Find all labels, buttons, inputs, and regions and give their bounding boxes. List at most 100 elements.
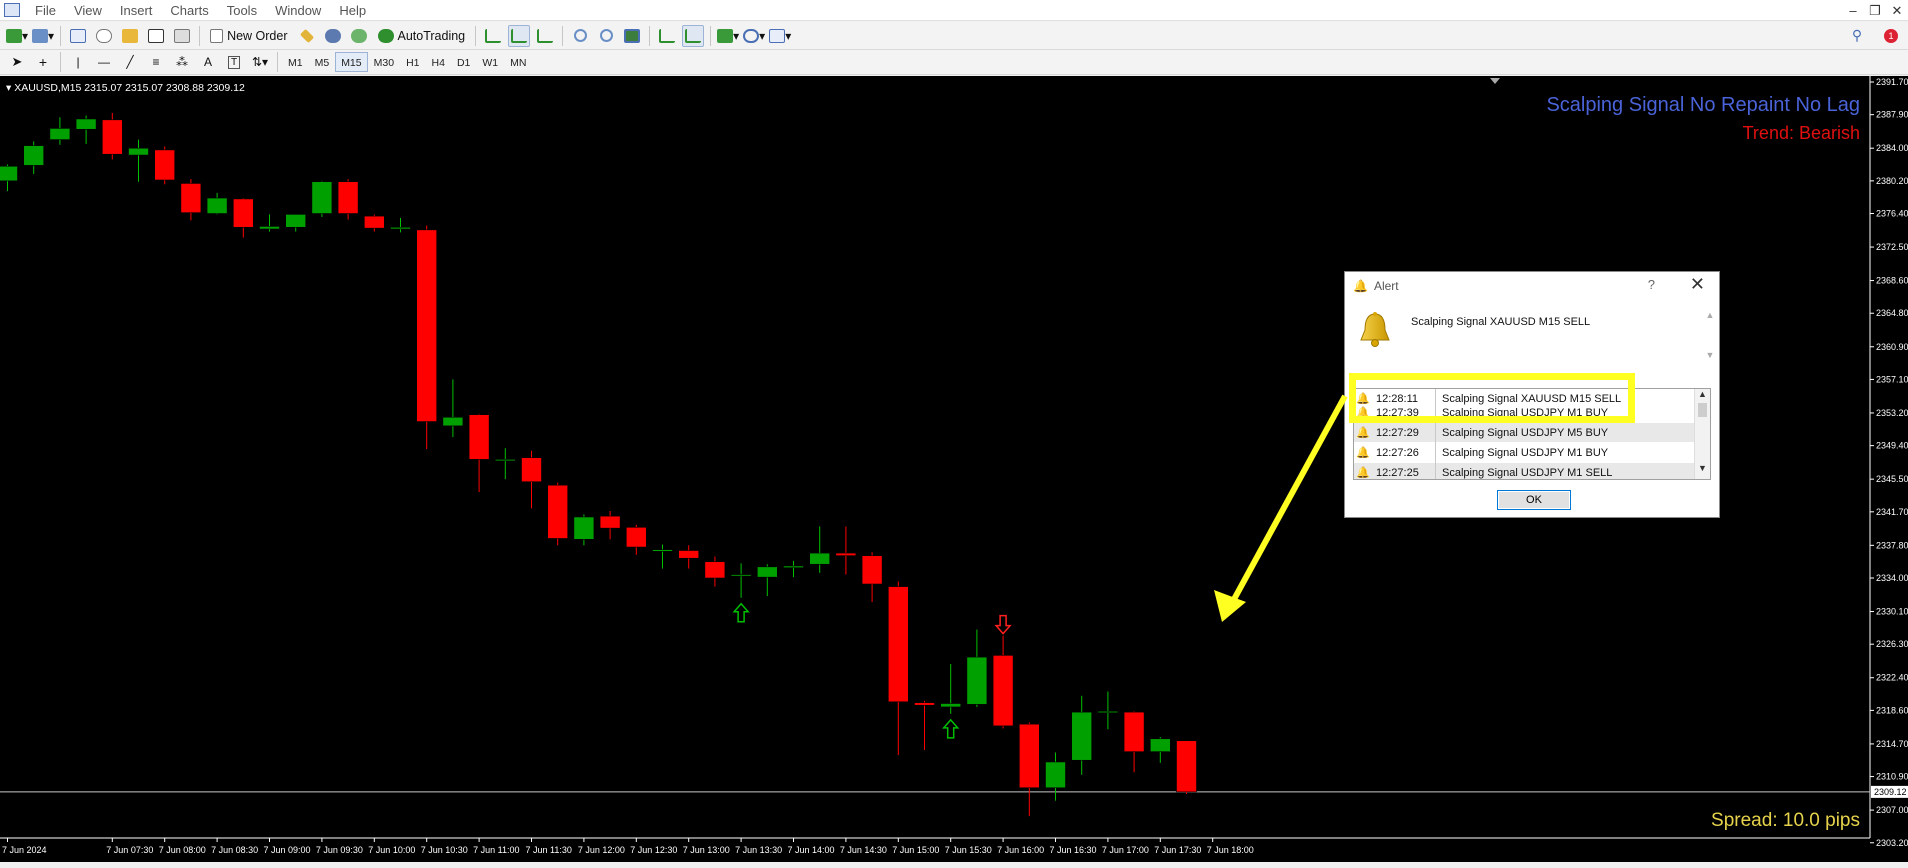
crosshair-icon: + xyxy=(38,54,48,70)
cursor-icon: ➤ xyxy=(11,54,23,69)
candle-body xyxy=(259,226,280,230)
zoom-out-button[interactable] xyxy=(595,25,617,47)
price-tick-label: 2353.20 xyxy=(1876,408,1908,418)
time-tick-label: 7 Jun 17:30 xyxy=(1154,845,1201,855)
list-scrollbar[interactable]: ▲ ▼ xyxy=(1694,389,1710,479)
arrows-tool[interactable]: ⇅▾ xyxy=(249,51,271,73)
timeframe-m5[interactable]: M5 xyxy=(309,52,336,72)
time-tick-label: 7 Jun 10:00 xyxy=(368,845,415,855)
menu-tools[interactable]: Tools xyxy=(218,0,266,21)
navigator-button[interactable] xyxy=(119,25,141,47)
highlight-box xyxy=(1349,373,1635,423)
candle-body xyxy=(652,549,673,552)
close-button[interactable]: ✕ xyxy=(1690,274,1705,295)
time-tick-label: 7 Jun 15:30 xyxy=(945,845,992,855)
timeframe-m30[interactable]: M30 xyxy=(368,52,400,72)
label-icon: T xyxy=(227,55,241,69)
new-chart-button[interactable]: ▾ xyxy=(6,25,28,47)
bar-chart-button[interactable] xyxy=(482,25,504,47)
list-item[interactable]: 🔔 12:27:29 Scalping Signal USDJPY M5 BUY xyxy=(1354,422,1710,443)
chart-menu-icon[interactable]: ▾ xyxy=(6,82,14,94)
timeframe-d1[interactable]: D1 xyxy=(451,52,476,72)
candle-body xyxy=(363,215,385,229)
list-item[interactable]: 🔔 12:27:26 Scalping Signal USDJPY M1 BUY xyxy=(1354,442,1710,463)
autotrading-label: AutoTrading xyxy=(397,28,466,43)
price-tick-label: 2364.80 xyxy=(1876,308,1908,318)
zoom-in-button[interactable] xyxy=(569,25,591,47)
strategy-tester-button[interactable] xyxy=(171,25,193,47)
indicators-button[interactable]: ▾ xyxy=(717,25,739,47)
candle-body xyxy=(1018,723,1040,789)
autoscroll-button[interactable] xyxy=(656,25,678,47)
signals-button[interactable] xyxy=(322,25,344,47)
text-tool[interactable]: A xyxy=(197,51,219,73)
notifications-button[interactable]: 1 xyxy=(1880,25,1902,47)
timeframe-m15[interactable]: M15 xyxy=(335,52,368,72)
clock-icon xyxy=(743,28,760,43)
tile-windows-button[interactable] xyxy=(621,25,643,47)
menu-view[interactable]: View xyxy=(65,0,111,21)
market-watch-icon xyxy=(70,28,87,43)
horizontal-line-tool[interactable]: — xyxy=(93,51,115,73)
periods-button[interactable]: ▾ xyxy=(743,25,765,47)
scroll-down-icon[interactable]: ▼ xyxy=(1695,463,1710,477)
menu-charts[interactable]: Charts xyxy=(161,0,217,21)
label-tool[interactable]: T xyxy=(223,51,245,73)
market-button[interactable] xyxy=(348,25,370,47)
candle-body xyxy=(1045,761,1066,789)
candlestick-chart-button[interactable] xyxy=(508,24,531,47)
data-window-button[interactable] xyxy=(93,25,115,47)
timeframe-h4[interactable]: H4 xyxy=(426,52,451,72)
fibonacci-tool[interactable]: ⁂ xyxy=(171,51,193,73)
candle-body xyxy=(337,181,359,214)
cursor-tool[interactable]: ➤ xyxy=(6,51,28,73)
minimize-button[interactable]: – xyxy=(1842,3,1864,18)
candle-body xyxy=(75,118,97,130)
menu-window[interactable]: Window xyxy=(266,0,330,21)
menu-insert[interactable]: Insert xyxy=(111,0,162,21)
menu-file[interactable]: File xyxy=(26,0,65,21)
chart-shift-button[interactable] xyxy=(682,24,705,47)
help-button[interactable]: ? xyxy=(1648,277,1655,292)
chart-shift-marker xyxy=(1490,78,1500,84)
line-chart-button[interactable] xyxy=(534,25,556,47)
search-button[interactable]: ⚲ xyxy=(1846,25,1868,47)
timeframe-m1[interactable]: M1 xyxy=(282,52,309,72)
terminal-button[interactable] xyxy=(145,25,167,47)
symbol-info: ▾ XAUUSD,M15 2315.07 2315.07 2308.88 230… xyxy=(6,82,245,94)
candle-body xyxy=(1097,710,1119,714)
restore-button[interactable]: ❐ xyxy=(1864,3,1886,19)
standard-toolbar: ▾ ▾ New Order AutoTrading ▾ ▾ ▾ ⚲ 1 xyxy=(0,22,1908,50)
vertical-line-icon: | xyxy=(76,55,80,69)
profiles-icon xyxy=(32,28,49,43)
bell-icon xyxy=(1360,312,1390,347)
channel-tool[interactable]: ≡ xyxy=(145,51,167,73)
templates-button[interactable]: ▾ xyxy=(769,25,791,47)
candle-body xyxy=(914,702,935,706)
close-window-button[interactable]: ✕ xyxy=(1886,3,1908,19)
timeframe-mn[interactable]: MN xyxy=(504,52,532,72)
trendline-tool[interactable]: ╱ xyxy=(119,51,141,73)
trendline-icon: ╱ xyxy=(126,55,134,69)
menu-help[interactable]: Help xyxy=(330,0,375,21)
timeframe-h1[interactable]: H1 xyxy=(400,52,425,72)
new-order-button[interactable]: New Order xyxy=(206,25,291,47)
crosshair-tool[interactable]: + xyxy=(32,51,54,73)
vertical-line-tool[interactable]: | xyxy=(67,51,89,73)
list-item[interactable]: 🔔 12:27:25 Scalping Signal USDJPY M1 SEL… xyxy=(1354,462,1710,479)
ok-button[interactable]: OK xyxy=(1497,490,1571,510)
message-scrollbar[interactable]: ▲ ▼ xyxy=(1705,310,1715,370)
metaeditor-button[interactable] xyxy=(296,25,318,47)
chart-shift-icon xyxy=(685,28,702,43)
scroll-up-icon[interactable]: ▲ xyxy=(1695,389,1710,403)
price-tick-label: 2380.20 xyxy=(1876,176,1908,186)
market-watch-button[interactable] xyxy=(67,25,89,47)
menu-bar: File View Insert Charts Tools Window Hel… xyxy=(0,0,1908,21)
autotrading-button[interactable]: AutoTrading xyxy=(374,25,470,47)
time-tick-label: 7 Jun 07:30 xyxy=(106,845,153,855)
scroll-thumb[interactable] xyxy=(1698,403,1707,417)
candle-body xyxy=(1176,740,1197,793)
profiles-button[interactable]: ▾ xyxy=(32,25,54,47)
time-tick-label: 7 Jun 11:30 xyxy=(526,845,572,855)
timeframe-w1[interactable]: W1 xyxy=(476,52,504,72)
